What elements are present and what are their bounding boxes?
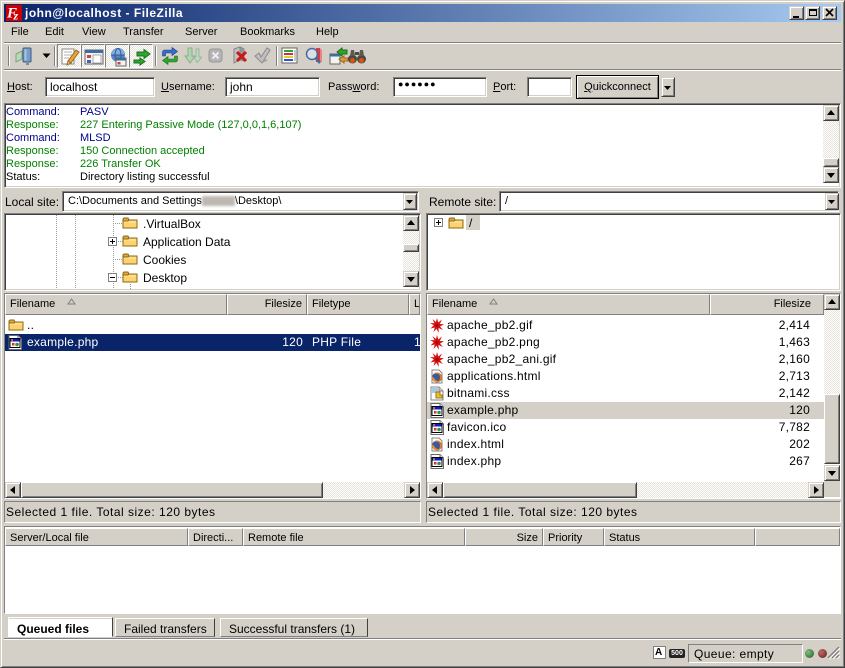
svg-text:z: z [13,9,19,22]
